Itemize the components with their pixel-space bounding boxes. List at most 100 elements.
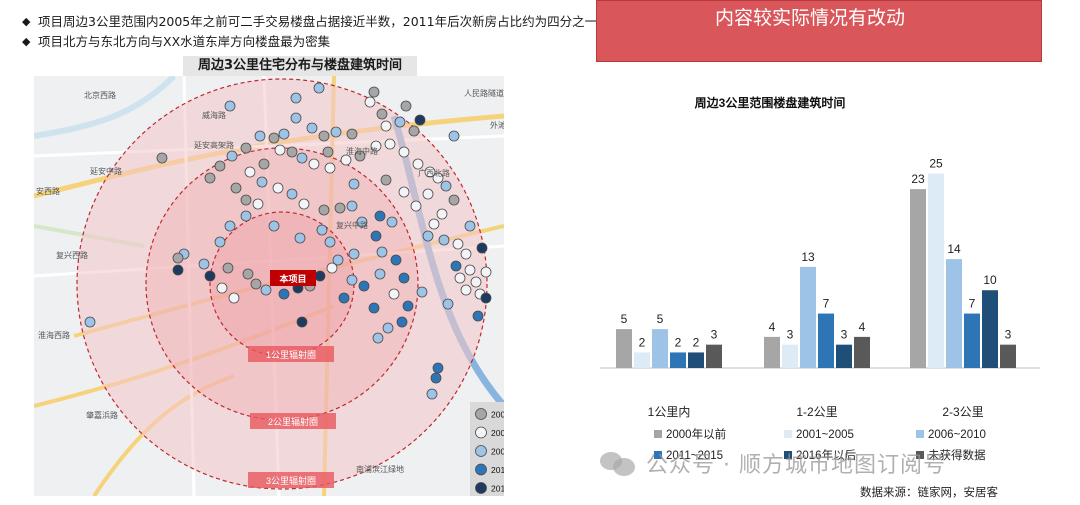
housing-dot [172,264,184,276]
housing-dot [242,268,254,280]
housing-dot [286,146,298,158]
housing-dot [250,278,262,290]
housing-dot [364,96,376,108]
street-label: 淮海西路 [38,330,70,340]
diamond-bullet-icon: ◆ [22,35,31,48]
legend-label: 2016年以后 [491,484,504,494]
housing-dot [230,182,242,194]
housing-dot [348,248,360,260]
housing-dot [460,248,472,260]
housing-dot [318,204,330,216]
ring-label-2km: 2公里辐射圈 [268,416,318,427]
bar-value-label: 5 [621,312,628,326]
legend-swatch [784,451,792,459]
legend-swatch [784,430,792,438]
housing-dot [436,208,448,220]
bar [800,266,816,368]
bar-value-label: 4 [769,320,776,334]
housing-dot [464,220,476,232]
bar-value-label: 3 [787,328,794,342]
housing-dot [324,162,336,174]
housing-dot [240,194,252,206]
housing-dot [442,298,454,310]
project-label: 本项目 [279,273,306,284]
ring-label-3km: 3公里辐射圈 [266,475,316,486]
bar [670,352,686,368]
bar-value-label: 3 [711,328,718,342]
legend-label: 2011~2015 [666,450,723,462]
housing-dot [386,216,398,228]
housing-dot [396,316,408,328]
housing-dot [204,172,216,184]
housing-dot [240,142,252,154]
housing-dot [268,132,280,144]
bar-value-label: 14 [947,242,961,256]
housing-dot [306,122,318,134]
housing-dot [400,100,412,112]
map-canvas: 北京西路 威海路 延安高架路 延安中路 安西路 淮海中路 复兴西路 复兴中路 淮… [34,76,504,496]
bar [782,344,798,368]
housing-dot [332,254,344,266]
housing-dot [318,130,330,142]
housing-dot [372,332,384,344]
housing-dot [448,130,460,142]
housing-dot [334,202,346,214]
housing-dot [412,158,424,170]
data-source: 数据来源：链家网，安居客 [860,485,998,499]
housing-dot [314,270,326,282]
legend-swatch [654,451,662,459]
housing-dot [440,180,452,192]
housing-dot [296,316,308,328]
housing-dot [214,236,226,248]
bar [928,173,944,368]
legend-label: 2006~2010 [491,447,504,457]
chart-title: 周边3公里范围楼盘建筑时间 [695,95,846,110]
street-label: 延安中路 [90,166,122,176]
housing-dot [460,284,472,296]
bar-chart: 周边3公里范围楼盘建筑时间 5 2 5 2 2 3 4 3 13 7 3 4 23 25 14 7 10 3 1公… [590,82,1060,502]
housing-dot [370,230,382,242]
legend-swatch [654,430,662,438]
street-label: 肇嘉浜路 [86,410,118,420]
housing-dot [313,82,325,94]
housing-dot [286,188,298,200]
disclaimer-banner: 内容较实际情况有改动 [596,0,1042,62]
bar-value-label: 10 [983,273,997,287]
bar-value-label: 23 [911,172,925,186]
housing-dot [346,128,358,140]
category-label: 1公里内 [648,405,691,419]
housing-dot [290,92,302,104]
housing-dot [384,138,396,150]
bar [764,336,780,368]
bar [706,344,722,368]
housing-dot [260,284,272,296]
housing-dot [480,292,492,304]
housing-dot [214,160,226,172]
housing-dot [294,232,306,244]
housing-dot [410,200,422,212]
housing-dot [298,198,310,210]
ring-label-1km: 1公里辐射圈 [266,349,316,360]
housing-dot [394,116,406,128]
bar-value-label: 2 [675,335,682,349]
housing-dot [340,154,352,166]
bar-value-label: 3 [841,328,848,342]
housing-dot [308,158,320,170]
bar-value-label: 25 [929,157,943,171]
legend-swatch [916,451,924,459]
legend-swatch [475,482,487,494]
bar-value-label: 4 [859,320,866,334]
housing-dot [376,246,388,258]
bar [1000,344,1016,368]
housing-dot [258,158,270,170]
legend-swatch [475,463,487,476]
housing-dot [438,234,450,246]
housing-dot [376,108,388,120]
housing-dot [476,242,488,254]
housing-dot [224,220,236,232]
street-label: 外滩幻影 [490,120,504,130]
housing-dot [368,302,380,314]
category-label: 2-3公里 [942,405,983,419]
bar [634,352,650,368]
housing-dot [272,182,284,194]
